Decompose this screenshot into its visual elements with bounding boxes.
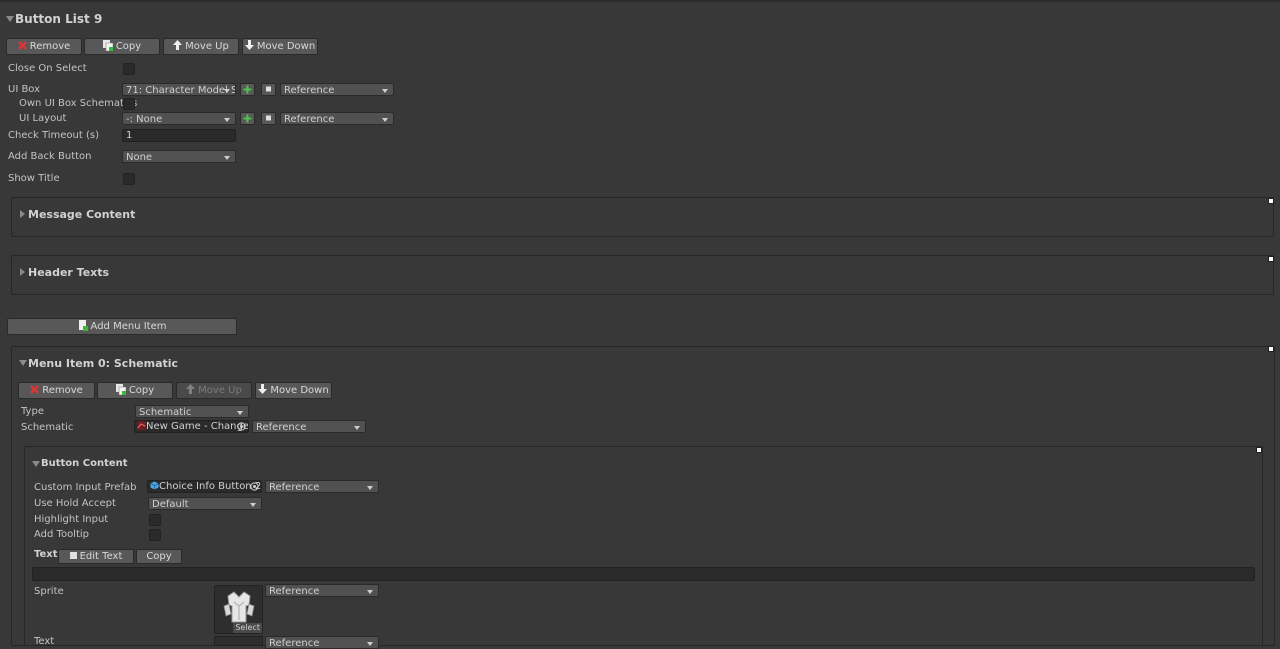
move-down-button[interactable]: Move Down bbox=[242, 38, 318, 55]
next-row-preview[interactable] bbox=[214, 636, 263, 646]
copy-button[interactable]: Copy bbox=[84, 38, 160, 55]
expand-arrow-icon[interactable] bbox=[20, 268, 25, 276]
prefab-cube-icon bbox=[150, 481, 159, 490]
ui-box-edit-button[interactable] bbox=[261, 83, 276, 96]
own-ui-box-schematics-label: Own UI Box Schematics bbox=[19, 98, 138, 109]
object-picker-icon[interactable] bbox=[250, 482, 259, 491]
custom-input-prefab-field[interactable]: Choice Info Button 2 bbox=[147, 480, 262, 493]
ui-layout-label: UI Layout bbox=[19, 113, 67, 124]
add-tooltip-checkbox[interactable] bbox=[149, 529, 161, 541]
add-tooltip-label: Add Tooltip bbox=[34, 529, 90, 540]
text-copy-button[interactable]: Copy bbox=[136, 549, 182, 564]
ui-box-add-button[interactable] bbox=[240, 83, 255, 96]
menu-item-copy-button[interactable]: Copy bbox=[97, 382, 173, 399]
square-icon bbox=[69, 551, 77, 559]
expand-arrow-icon[interactable] bbox=[20, 210, 25, 218]
own-ui-box-schematics-checkbox[interactable] bbox=[123, 98, 135, 110]
remove-icon bbox=[17, 40, 27, 50]
header-texts-panel bbox=[11, 255, 1274, 295]
text-label: Text bbox=[34, 549, 58, 560]
resize-handle[interactable] bbox=[1268, 346, 1274, 352]
top-divider bbox=[0, 0, 1280, 2]
use-hold-accept-dropdown[interactable]: Default bbox=[148, 497, 262, 510]
arrow-down-icon bbox=[244, 40, 254, 50]
next-row-reference-dropdown[interactable]: Reference bbox=[265, 636, 379, 649]
show-title-checkbox[interactable] bbox=[123, 173, 135, 185]
check-timeout-label: Check Timeout (s) bbox=[8, 130, 99, 141]
ui-box-reference-dropdown[interactable]: Reference bbox=[280, 83, 394, 96]
use-hold-accept-label: Use Hold Accept bbox=[34, 498, 116, 509]
plus-icon bbox=[243, 114, 252, 123]
custom-input-prefab-label: Custom Input Prefab bbox=[34, 482, 137, 493]
square-icon bbox=[266, 115, 271, 121]
ui-layout-dropdown[interactable]: -: None bbox=[122, 112, 236, 125]
plus-icon bbox=[243, 85, 252, 94]
type-dropdown[interactable]: Schematic bbox=[135, 405, 249, 418]
next-row-label: Text bbox=[34, 636, 55, 647]
add-back-button-label: Add Back Button bbox=[8, 151, 92, 162]
ui-layout-reference-dropdown[interactable]: Reference bbox=[280, 112, 394, 125]
schematic-asset-icon bbox=[137, 421, 146, 430]
button-list-title: Button List 9 bbox=[15, 12, 103, 26]
menu-item-move-up-button[interactable]: Move Up bbox=[176, 382, 252, 399]
custom-input-prefab-reference-dropdown[interactable]: Reference bbox=[265, 480, 379, 493]
highlight-input-checkbox[interactable] bbox=[149, 514, 161, 526]
ui-layout-edit-button[interactable] bbox=[261, 112, 276, 125]
resize-handle[interactable] bbox=[1256, 447, 1262, 453]
arrow-up-icon bbox=[186, 384, 196, 394]
close-on-select-checkbox[interactable] bbox=[123, 63, 135, 75]
move-up-button[interactable]: Move Up bbox=[163, 38, 239, 55]
menu-item-remove-button[interactable]: Remove bbox=[18, 382, 95, 399]
collapse-arrow-icon[interactable] bbox=[19, 360, 27, 366]
schematic-label: Schematic bbox=[21, 422, 74, 433]
arrow-up-icon bbox=[173, 40, 183, 50]
resize-handle[interactable] bbox=[1268, 256, 1274, 262]
sprite-label: Sprite bbox=[34, 586, 64, 597]
ui-layout-add-button[interactable] bbox=[240, 112, 255, 125]
menu-item-title: Menu Item 0: Schematic bbox=[28, 357, 179, 370]
header-texts-title[interactable]: Header Texts bbox=[28, 266, 109, 279]
add-back-button-dropdown[interactable]: None bbox=[122, 150, 236, 163]
check-timeout-input[interactable]: 1 bbox=[122, 129, 236, 142]
type-label: Type bbox=[21, 406, 44, 417]
edit-text-button[interactable]: Edit Text bbox=[58, 549, 134, 564]
copy-icon bbox=[102, 39, 113, 51]
ui-box-label: UI Box bbox=[8, 84, 41, 95]
highlight-input-label: Highlight Input bbox=[34, 514, 109, 525]
copy-icon bbox=[115, 383, 126, 395]
sprite-reference-dropdown[interactable]: Reference bbox=[265, 584, 379, 597]
show-title-label: Show Title bbox=[8, 173, 60, 184]
button-content-panel bbox=[24, 446, 1263, 646]
message-content-title[interactable]: Message Content bbox=[28, 208, 135, 221]
schematic-reference-dropdown[interactable]: Reference bbox=[252, 420, 366, 433]
collapse-arrow-icon[interactable] bbox=[6, 16, 14, 22]
add-menu-item-button[interactable]: Add Menu Item bbox=[7, 318, 237, 335]
remove-button[interactable]: Remove bbox=[6, 38, 82, 55]
add-document-icon bbox=[78, 319, 88, 331]
schematic-object-field[interactable]: New Game - Change bbox=[134, 420, 249, 433]
menu-item-move-down-button[interactable]: Move Down bbox=[255, 382, 332, 399]
button-content-title: Button Content bbox=[41, 458, 128, 469]
collapse-arrow-icon[interactable] bbox=[32, 461, 40, 467]
message-content-panel bbox=[11, 197, 1274, 237]
resize-handle[interactable] bbox=[1268, 198, 1274, 204]
remove-icon bbox=[30, 384, 40, 394]
sprite-select-button[interactable]: Select bbox=[233, 623, 262, 633]
text-value-field[interactable] bbox=[32, 567, 1255, 581]
close-on-select-label: Close On Select bbox=[8, 63, 87, 74]
ui-box-dropdown[interactable]: 71: Character Model Se bbox=[122, 83, 236, 96]
object-picker-icon[interactable] bbox=[237, 422, 246, 431]
sprite-preview[interactable]: Select bbox=[214, 585, 263, 634]
square-icon bbox=[266, 86, 271, 92]
arrow-down-icon bbox=[258, 384, 268, 394]
